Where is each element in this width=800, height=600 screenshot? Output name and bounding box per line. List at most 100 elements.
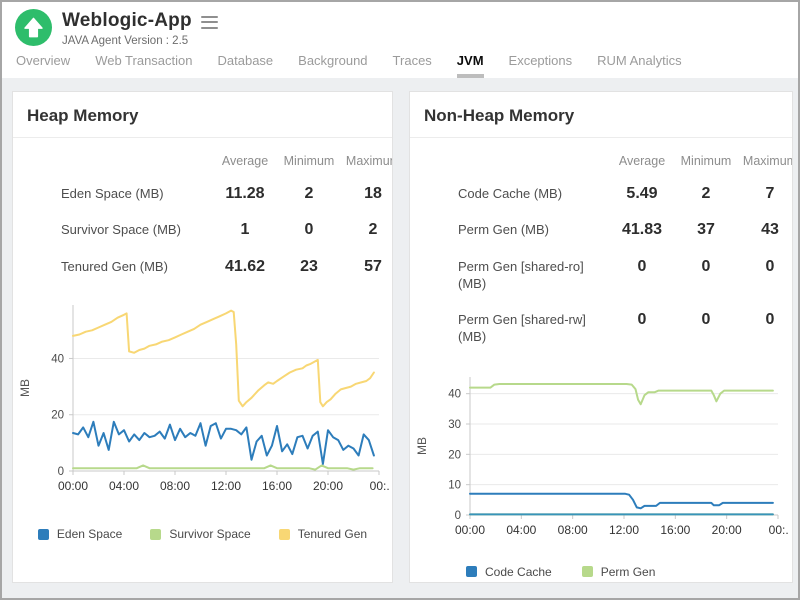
avg-value: 5.49	[610, 185, 674, 203]
svg-text:MB: MB	[415, 437, 429, 455]
avg-value: 0	[610, 258, 674, 276]
non-heap-panel-title: Non-Heap Memory	[410, 92, 792, 137]
row-label: Perm Gen [shared-rw] (MB)	[410, 311, 610, 346]
column-maximum: Maximum	[738, 148, 793, 174]
table-row: Perm Gen [shared-ro] (MB) 0 0 0	[410, 249, 792, 302]
legend-item-perm-gen[interactable]: Perm Gen	[582, 565, 656, 579]
row-label: Eden Space (MB)	[13, 185, 213, 203]
tab-exceptions[interactable]: Exceptions	[509, 53, 573, 78]
tab-background[interactable]: Background	[298, 53, 367, 78]
svg-text:0: 0	[58, 466, 64, 478]
legend-label: Perm Gen	[601, 565, 656, 579]
svg-text:16:00: 16:00	[660, 523, 690, 537]
min-value: 37	[674, 221, 738, 239]
heap-memory-line-chart: 0204000:0004:0008:0012:0016:0020:0000:..…	[15, 299, 389, 503]
svg-text:00:..: 00:..	[769, 523, 788, 537]
table-row: Tenured Gen (MB) 41.62 23 57	[13, 249, 392, 285]
avg-value: 41.83	[610, 221, 674, 239]
svg-text:MB: MB	[18, 379, 32, 397]
table-row: Eden Space (MB) 11.28 2 18	[13, 176, 392, 212]
avg-value: 11.28	[213, 185, 277, 203]
heap-panel-title: Heap Memory	[13, 92, 392, 137]
legend-row: Code Cache Perm Gen	[466, 565, 792, 579]
svg-text:16:00: 16:00	[262, 479, 292, 493]
min-value: 23	[277, 258, 341, 276]
svg-text:00:00: 00:00	[455, 523, 485, 537]
eden-space-swatch-icon	[38, 529, 49, 540]
column-maximum: Maximum	[341, 148, 393, 174]
max-value: 2	[341, 221, 393, 239]
svg-text:0: 0	[455, 510, 461, 522]
divider	[410, 137, 792, 138]
tab-database[interactable]: Database	[218, 53, 274, 78]
hamburger-menu-icon[interactable]	[201, 16, 218, 29]
svg-text:12:00: 12:00	[609, 523, 639, 537]
legend-label: Tenured Gen	[298, 527, 367, 541]
legend-item-tenured-gen[interactable]: Tenured Gen	[279, 527, 367, 541]
tab-traces[interactable]: Traces	[393, 53, 432, 78]
column-average: Average	[610, 148, 674, 174]
svg-text:30: 30	[448, 419, 461, 431]
table-row: Survivor Space (MB) 1 0 2	[13, 212, 392, 248]
perm-gen-swatch-icon	[582, 566, 593, 577]
tab-overview[interactable]: Overview	[16, 53, 70, 78]
non-heap-stats-table: Average Minimum Maximum Code Cache (MB) …	[410, 148, 792, 355]
avg-value: 41.62	[213, 258, 277, 276]
legend-label: Code Cache	[485, 565, 552, 579]
heap-stats-table: Average Minimum Maximum Eden Space (MB) …	[13, 148, 392, 285]
svg-text:20:00: 20:00	[712, 523, 742, 537]
svg-text:04:00: 04:00	[109, 479, 139, 493]
max-value: 7	[738, 185, 793, 203]
svg-text:10: 10	[448, 480, 461, 492]
avg-value: 0	[610, 311, 674, 329]
svg-text:40: 40	[448, 389, 461, 401]
table-header-row: Average Minimum Maximum	[13, 148, 392, 174]
min-value: 0	[674, 258, 738, 276]
table-header-row: Average Minimum Maximum	[410, 148, 792, 174]
svg-text:20: 20	[51, 410, 64, 422]
table-row: Code Cache (MB) 5.49 2 7	[410, 176, 792, 212]
legend-item-survivor-space[interactable]: Survivor Space	[150, 527, 250, 541]
tab-rum-analytics[interactable]: RUM Analytics	[597, 53, 682, 78]
tab-bar: Overview Web Transaction Database Backgr…	[16, 53, 682, 78]
tenured-gen-swatch-icon	[279, 529, 290, 540]
max-value: 0	[738, 258, 793, 276]
row-label: Perm Gen (MB)	[410, 221, 610, 239]
code-cache-swatch-icon	[466, 566, 477, 577]
legend-label: Survivor Space	[169, 527, 250, 541]
tab-jvm[interactable]: JVM	[457, 53, 484, 78]
svg-text:20:00: 20:00	[313, 479, 343, 493]
page-title: Weblogic-App	[62, 10, 192, 32]
non-heap-memory-panel: Non-Heap Memory Average Minimum Maximum …	[409, 91, 793, 583]
column-minimum: Minimum	[674, 148, 738, 174]
legend-item-code-cache[interactable]: Code Cache	[466, 565, 552, 579]
svg-text:40: 40	[51, 354, 64, 366]
max-value: 43	[738, 221, 793, 239]
min-value: 2	[277, 185, 341, 203]
svg-text:08:00: 08:00	[160, 479, 190, 493]
svg-text:20: 20	[448, 449, 461, 461]
agent-version-label: JAVA Agent Version : 2.5	[62, 35, 218, 47]
heap-memory-panel: Heap Memory Average Minimum Maximum Eden…	[12, 91, 393, 583]
min-value: 2	[674, 185, 738, 203]
max-value: 0	[738, 311, 793, 329]
max-value: 57	[341, 258, 393, 276]
row-label: Perm Gen [shared-ro] (MB)	[410, 258, 610, 293]
survivor-space-swatch-icon	[150, 529, 161, 540]
non-heap-chart-legend: Code Cache Perm Gen Perm Gen [shared-ro]	[410, 565, 792, 583]
svg-text:04:00: 04:00	[506, 523, 536, 537]
status-up-icon	[15, 9, 52, 46]
svg-text:00:..: 00:..	[370, 479, 389, 493]
legend-item-eden-space[interactable]: Eden Space	[38, 527, 122, 541]
row-label: Survivor Space (MB)	[13, 221, 213, 239]
non-heap-memory-line-chart: 0 10 20 30 40 00:00 04:00 08:00 12:00 16:00 20:00 0…	[412, 371, 788, 547]
row-label: Code Cache (MB)	[410, 185, 610, 203]
row-label: Tenured Gen (MB)	[13, 258, 213, 276]
tab-web-transaction[interactable]: Web Transaction	[95, 53, 192, 78]
legend-label: Eden Space	[57, 527, 122, 541]
column-minimum: Minimum	[277, 148, 341, 174]
brand-block: Weblogic-App JAVA Agent Version : 2.5	[15, 9, 218, 47]
svg-text:08:00: 08:00	[558, 523, 588, 537]
max-value: 18	[341, 185, 393, 203]
svg-text:12:00: 12:00	[211, 479, 241, 493]
